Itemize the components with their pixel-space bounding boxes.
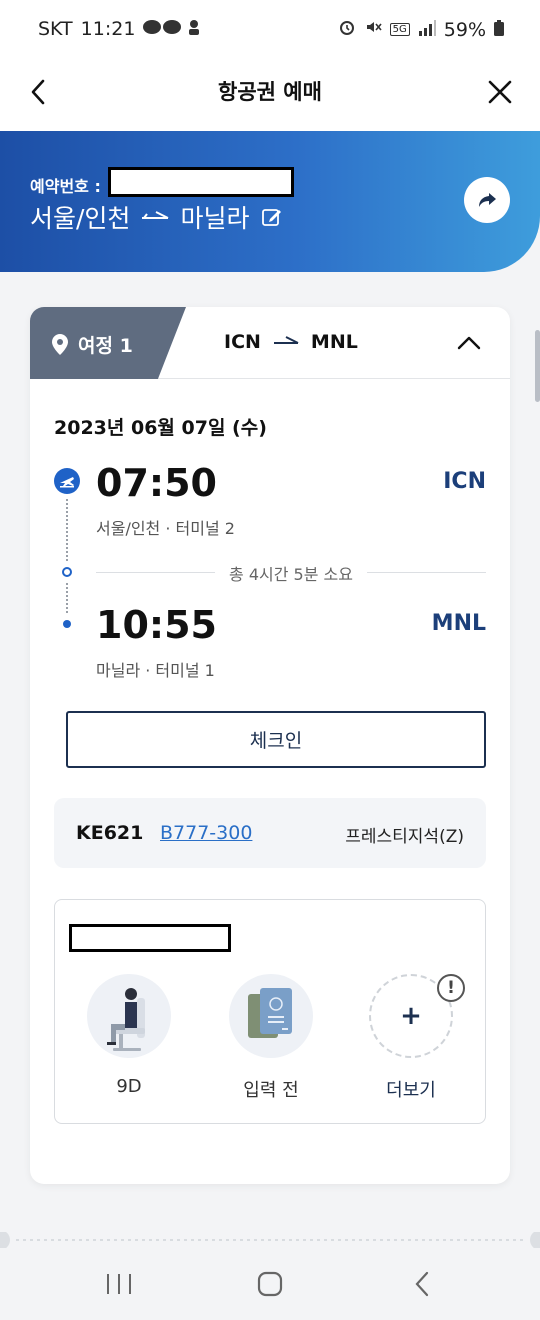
flight-date: 2023년 06월 07일 (수) [54,417,267,439]
app-header: 항공권 예매 [0,58,540,131]
system-back-button[interactable] [408,1270,438,1298]
header-route: ICN MNL [224,331,358,353]
alarm-icon [338,18,356,41]
departure-airport-code: ICN [443,469,486,494]
edit-icon[interactable] [261,206,283,228]
route-origin: 서울/인천 [30,204,131,233]
more-circle: + ! [369,974,465,1058]
header-to-code: MNL [310,331,358,353]
passport-icon [229,974,313,1058]
scrollbar[interactable] [535,330,540,402]
reservation-number-redacted [108,167,294,197]
leg-label: 여정 1 [78,335,133,357]
location-pin-icon [52,334,68,355]
passenger-box: 9D 입력 전 + ! 더보기 [54,899,486,1124]
reservation-number-label: 예약번호 : [30,177,101,196]
close-icon [488,80,512,104]
clock-text: 11:21 [80,18,136,40]
arrival-airport-code: MNL [431,611,486,636]
page-title: 항공권 예매 [218,80,322,104]
arrival-time: 10:55 [96,603,217,647]
back-icon [415,1271,429,1297]
passport-label: 입력 전 [243,1080,299,1101]
plus-icon: + [400,1001,422,1031]
signal-icon [418,19,436,41]
home-button[interactable] [255,1270,285,1298]
notification-icons [143,18,205,40]
recent-apps-button[interactable] [104,1270,134,1298]
flight-duration: 총 4시간 5분 소요 [96,561,486,585]
duration-text: 총 4시간 5분 소요 [215,561,367,585]
aircraft-link[interactable]: B777-300 [160,822,252,844]
timeline-midpoint [62,567,72,577]
battery-text: 59% [443,18,486,41]
header-from-code: ICN [224,331,261,353]
plane-arrow-icon [142,211,169,219]
more-service[interactable]: + ! 더보기 [367,974,465,1102]
timeline-dots [66,583,68,613]
next-card-edge [0,1230,540,1250]
battery-icon [494,19,504,41]
route-title: 서울/인천 마닐라 [30,199,283,235]
arrival-place: 마닐라 · 터미널 1 [96,661,215,680]
share-icon [479,193,496,207]
departure-place: 서울/인천 · 터미널 2 [96,519,235,538]
flight-number: KE621 [76,822,144,844]
leg-tab-content: 여정 1 [52,331,133,358]
recent-apps-icon [107,1274,131,1294]
seat-icon [87,974,171,1058]
network-badge: 5G [389,23,410,36]
arrival-dot [63,620,71,628]
cabin-class: 프레스티지석(Z) [345,827,464,847]
plane-arrow-icon [273,336,299,344]
more-label: 더보기 [386,1080,436,1101]
booking-banner: 예약번호 : 서울/인천 마닐라 [0,131,540,272]
passport-service[interactable]: 입력 전 [227,974,315,1102]
flight-info: KE621 B777-300 프레스티지석(Z) [54,798,486,868]
seat-service[interactable]: 9D [85,974,173,1097]
checkin-button[interactable]: 체크인 [66,711,486,768]
close-button[interactable] [480,72,520,112]
alert-icon: ! [437,974,465,1002]
share-button[interactable] [464,177,510,223]
home-icon [257,1271,283,1297]
chevron-up-icon[interactable] [456,331,482,355]
carrier-text: SKT [38,18,73,40]
system-nav-bar [0,1248,540,1320]
itinerary-card: 여정 1 ICN MNL 2023년 06월 07일 (수) 07:50 ICN… [30,307,510,1184]
seat-label: 9D [116,1076,142,1097]
route-destination: 마닐라 [180,204,250,233]
departure-plane-icon [54,468,80,494]
card-header[interactable]: 여정 1 ICN MNL [30,307,510,379]
passenger-name-redacted [69,924,231,952]
timeline-dots [66,499,68,561]
status-bar: SKT 11:21 5G 59% [0,0,540,58]
mute-icon [364,18,382,41]
departure-time: 07:50 [96,461,217,505]
